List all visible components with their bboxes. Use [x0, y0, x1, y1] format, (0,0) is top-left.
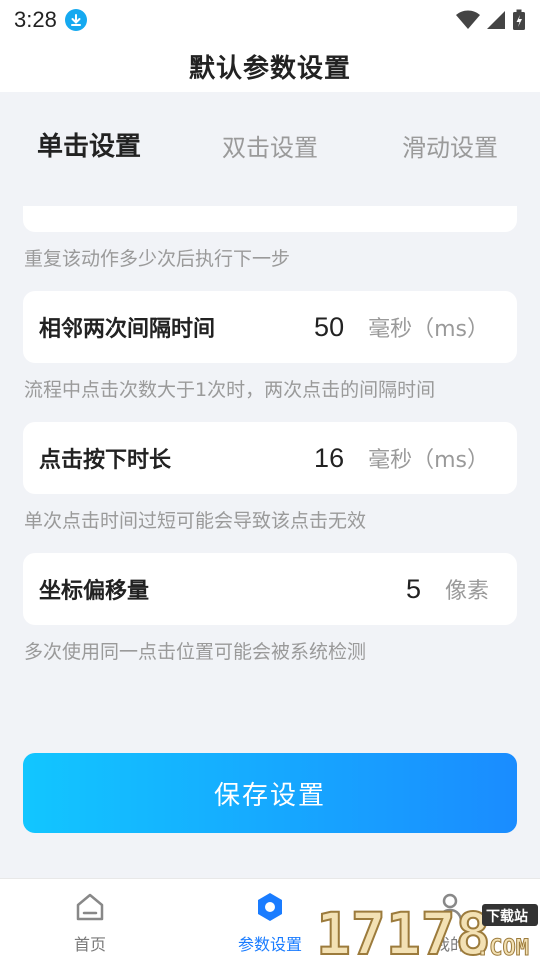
signal-icon — [487, 11, 505, 29]
home-icon — [76, 893, 104, 921]
interval-value[interactable]: 50 — [314, 312, 344, 343]
press-duration-value[interactable]: 16 — [314, 443, 344, 474]
nav-label-settings: 参数设置 — [237, 935, 302, 954]
nav-item-settings[interactable]: 参数设置 — [210, 879, 330, 960]
offset-label: 坐标偏移量 — [39, 579, 150, 604]
save-settings-button[interactable]: 保存设置 — [23, 753, 517, 833]
download-icon — [64, 9, 87, 31]
site-watermark-logo: 17178 下载站 .COM — [316, 899, 538, 960]
tab-double-click[interactable]: 双击设置 — [222, 128, 318, 163]
interval-unit: 毫秒（ms） — [368, 317, 489, 342]
offset-hint: 多次使用同一点击位置可能会被系统检测 — [24, 641, 367, 663]
offset-unit: 像素 — [444, 579, 489, 604]
status-bar: 3:28 — [0, 0, 540, 40]
tab-bar: 单击设置 双击设置 滑动设置 — [0, 112, 540, 172]
interval-card[interactable]: 相邻两次间隔时间 50 毫秒（ms） — [23, 291, 517, 363]
svg-text:17178: 17178 — [316, 900, 491, 960]
tab-swipe[interactable]: 滑动设置 — [402, 128, 498, 163]
wifi-icon — [456, 10, 480, 29]
press-duration-unit: 毫秒（ms） — [368, 448, 489, 473]
press-duration-hint: 单次点击时间过短可能会导致该点击无效 — [24, 510, 367, 532]
repeat-count-card[interactable] — [23, 206, 517, 232]
status-icons — [456, 9, 526, 31]
settings-scroll[interactable]: 重复该动作多少次后执行下一步 相邻两次间隔时间 50 毫秒（ms） 流程中点击次… — [0, 206, 540, 736]
tab-single-click[interactable]: 单击设置 — [37, 126, 141, 163]
settings-hexagon-icon — [258, 893, 282, 921]
svg-text:下载站: 下载站 — [486, 908, 528, 925]
interval-hint: 流程中点击次数大于1次时，两次点击的间隔时间 — [24, 379, 436, 401]
status-time: 3:28 — [14, 7, 57, 32]
page-title: 默认参数设置 — [188, 53, 351, 84]
press-duration-label: 点击按下时长 — [39, 448, 172, 473]
page-header: 默认参数设置 — [0, 40, 540, 92]
press-duration-card[interactable]: 点击按下时长 16 毫秒（ms） — [23, 422, 517, 494]
nav-item-home[interactable]: 首页 — [30, 879, 150, 960]
interval-label: 相邻两次间隔时间 — [39, 317, 216, 342]
battery-icon — [513, 9, 525, 30]
svg-text:.COM: .COM — [476, 936, 529, 960]
repeat-count-hint: 重复该动作多少次后执行下一步 — [24, 248, 291, 270]
nav-label-home: 首页 — [73, 935, 106, 954]
offset-value[interactable]: 5 — [406, 574, 421, 605]
offset-card[interactable]: 坐标偏移量 5 像素 — [23, 553, 517, 625]
